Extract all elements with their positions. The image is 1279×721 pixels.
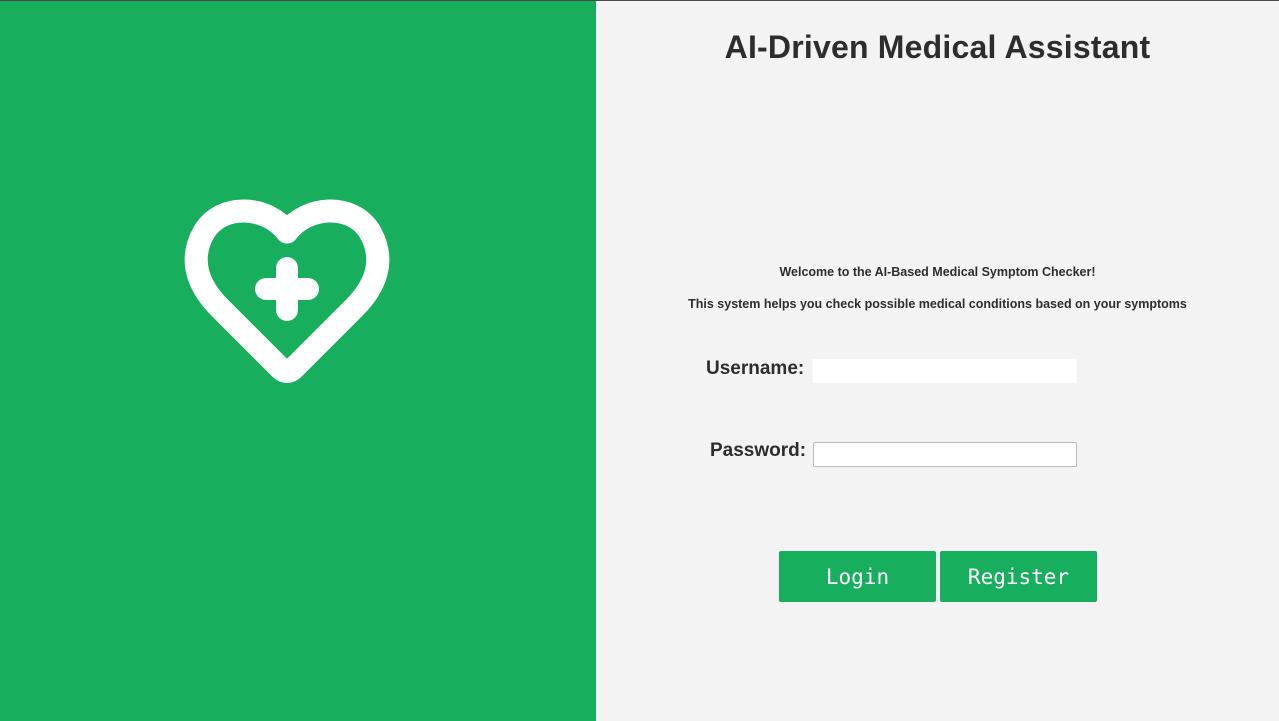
welcome-text: Welcome to the AI-Based Medical Symptom … (779, 265, 1096, 279)
description-text: This system helps you check possible med… (688, 297, 1187, 311)
login-panel: AI-Driven Medical Assistant Welcome to t… (596, 1, 1279, 721)
username-label: Username: (706, 358, 805, 379)
register-button[interactable]: Register (940, 551, 1097, 602)
login-button[interactable]: Login (779, 551, 936, 602)
password-input[interactable] (813, 442, 1077, 467)
password-label: Password: (710, 440, 807, 461)
page-title: AI-Driven Medical Assistant (724, 29, 1151, 65)
username-input[interactable] (813, 359, 1077, 383)
app-window: AI-Driven Medical Assistant Welcome to t… (0, 0, 1279, 721)
heart-plus-icon (184, 199, 390, 383)
brand-panel (0, 1, 596, 721)
